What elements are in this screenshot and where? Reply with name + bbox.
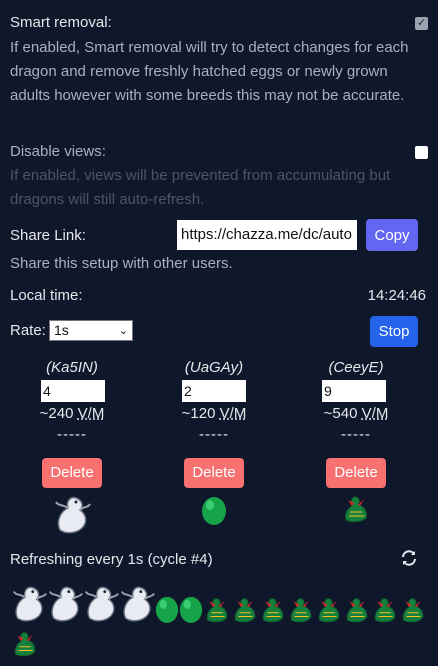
disable-views-description: If enabled, views will be prevented from… bbox=[10, 167, 391, 208]
stop-button[interactable]: Stop bbox=[370, 316, 418, 347]
dragon-approx: ~540 bbox=[323, 405, 358, 422]
dragon-column: (UaGAy) 2 ~120 V/M ----- Delete bbox=[154, 358, 274, 530]
green-egg-sprite bbox=[154, 594, 180, 628]
dragon-approx: ~120 bbox=[181, 405, 216, 422]
rate-selected-value: 1s bbox=[54, 322, 69, 338]
white-dragon-sprite bbox=[118, 582, 156, 628]
green-hatchling-sprite bbox=[370, 594, 400, 628]
green-hatchling-sprite bbox=[202, 594, 232, 628]
delete-button[interactable]: Delete bbox=[42, 458, 102, 488]
smart-removal-label: Smart removal: bbox=[10, 14, 112, 31]
dragon-column: (Ka5IN) 4 ~240 V/M ----- Delete bbox=[12, 358, 132, 540]
green-egg-sprite bbox=[154, 494, 274, 530]
dragon-count-input[interactable]: 4 bbox=[41, 380, 105, 402]
copy-button[interactable]: Copy bbox=[366, 219, 418, 251]
smart-removal-checkbox[interactable] bbox=[415, 16, 428, 30]
green-hatchling-sprite bbox=[314, 594, 344, 628]
dragon-unit: V/M bbox=[361, 405, 389, 422]
disable-views-label: Disable views: bbox=[10, 143, 106, 160]
dragon-count-input[interactable]: 2 bbox=[182, 380, 246, 402]
delete-button[interactable]: Delete bbox=[326, 458, 386, 488]
dragon-views-rate: ~120 V/M bbox=[154, 402, 274, 426]
white-dragon-sprite bbox=[82, 582, 120, 628]
delete-button[interactable]: Delete bbox=[184, 458, 244, 488]
dragon-code: (UaGAy) bbox=[184, 359, 244, 376]
dragon-code: (CeeyE) bbox=[328, 359, 384, 376]
white-dragon-sprite bbox=[10, 582, 48, 628]
dragon-views-rate: ~540 V/M bbox=[296, 402, 416, 426]
refresh-status-text: Refreshing every 1s (cycle #4) bbox=[10, 551, 213, 568]
green-hatchling-sprite bbox=[230, 594, 260, 628]
green-hatchling-sprite bbox=[398, 594, 428, 628]
rate-select[interactable]: 1s ⌄ bbox=[49, 320, 133, 341]
dragon-views-rate: ~240 V/M bbox=[12, 402, 132, 426]
refresh-icon[interactable] bbox=[400, 549, 418, 567]
green-hatchling-sprite bbox=[296, 492, 416, 528]
share-link-input[interactable]: https://chazza.me/dc/auto bbox=[177, 220, 357, 250]
dragon-dash: ----- bbox=[199, 426, 229, 443]
green-hatchling-sprite bbox=[10, 628, 40, 662]
dragon-dash: ----- bbox=[57, 426, 87, 443]
chevron-down-icon: ⌄ bbox=[118, 324, 128, 337]
dragon-count-input[interactable]: 9 bbox=[322, 380, 386, 402]
dragon-column: (CeeyE) 9 ~540 V/M ----- Delete bbox=[296, 358, 416, 528]
sprite-strip bbox=[10, 582, 430, 662]
disable-views-checkbox[interactable] bbox=[415, 146, 428, 159]
local-time-value: 14:24:46 bbox=[367, 287, 426, 304]
green-hatchling-sprite bbox=[258, 594, 288, 628]
dragon-code: (Ka5IN) bbox=[46, 359, 98, 376]
dragon-approx: ~240 bbox=[39, 405, 74, 422]
white-dragon-sprite bbox=[46, 582, 84, 628]
share-hint: Share this setup with other users. bbox=[10, 255, 233, 272]
smart-removal-description: If enabled, Smart removal will try to de… bbox=[10, 39, 409, 104]
white-dragon-sprite bbox=[12, 492, 132, 540]
green-hatchling-sprite bbox=[342, 594, 372, 628]
green-egg-sprite bbox=[178, 594, 204, 628]
dragon-unit: V/M bbox=[219, 405, 247, 422]
green-hatchling-sprite bbox=[286, 594, 316, 628]
dragon-dash: ----- bbox=[341, 426, 371, 443]
dragon-unit: V/M bbox=[77, 405, 105, 422]
